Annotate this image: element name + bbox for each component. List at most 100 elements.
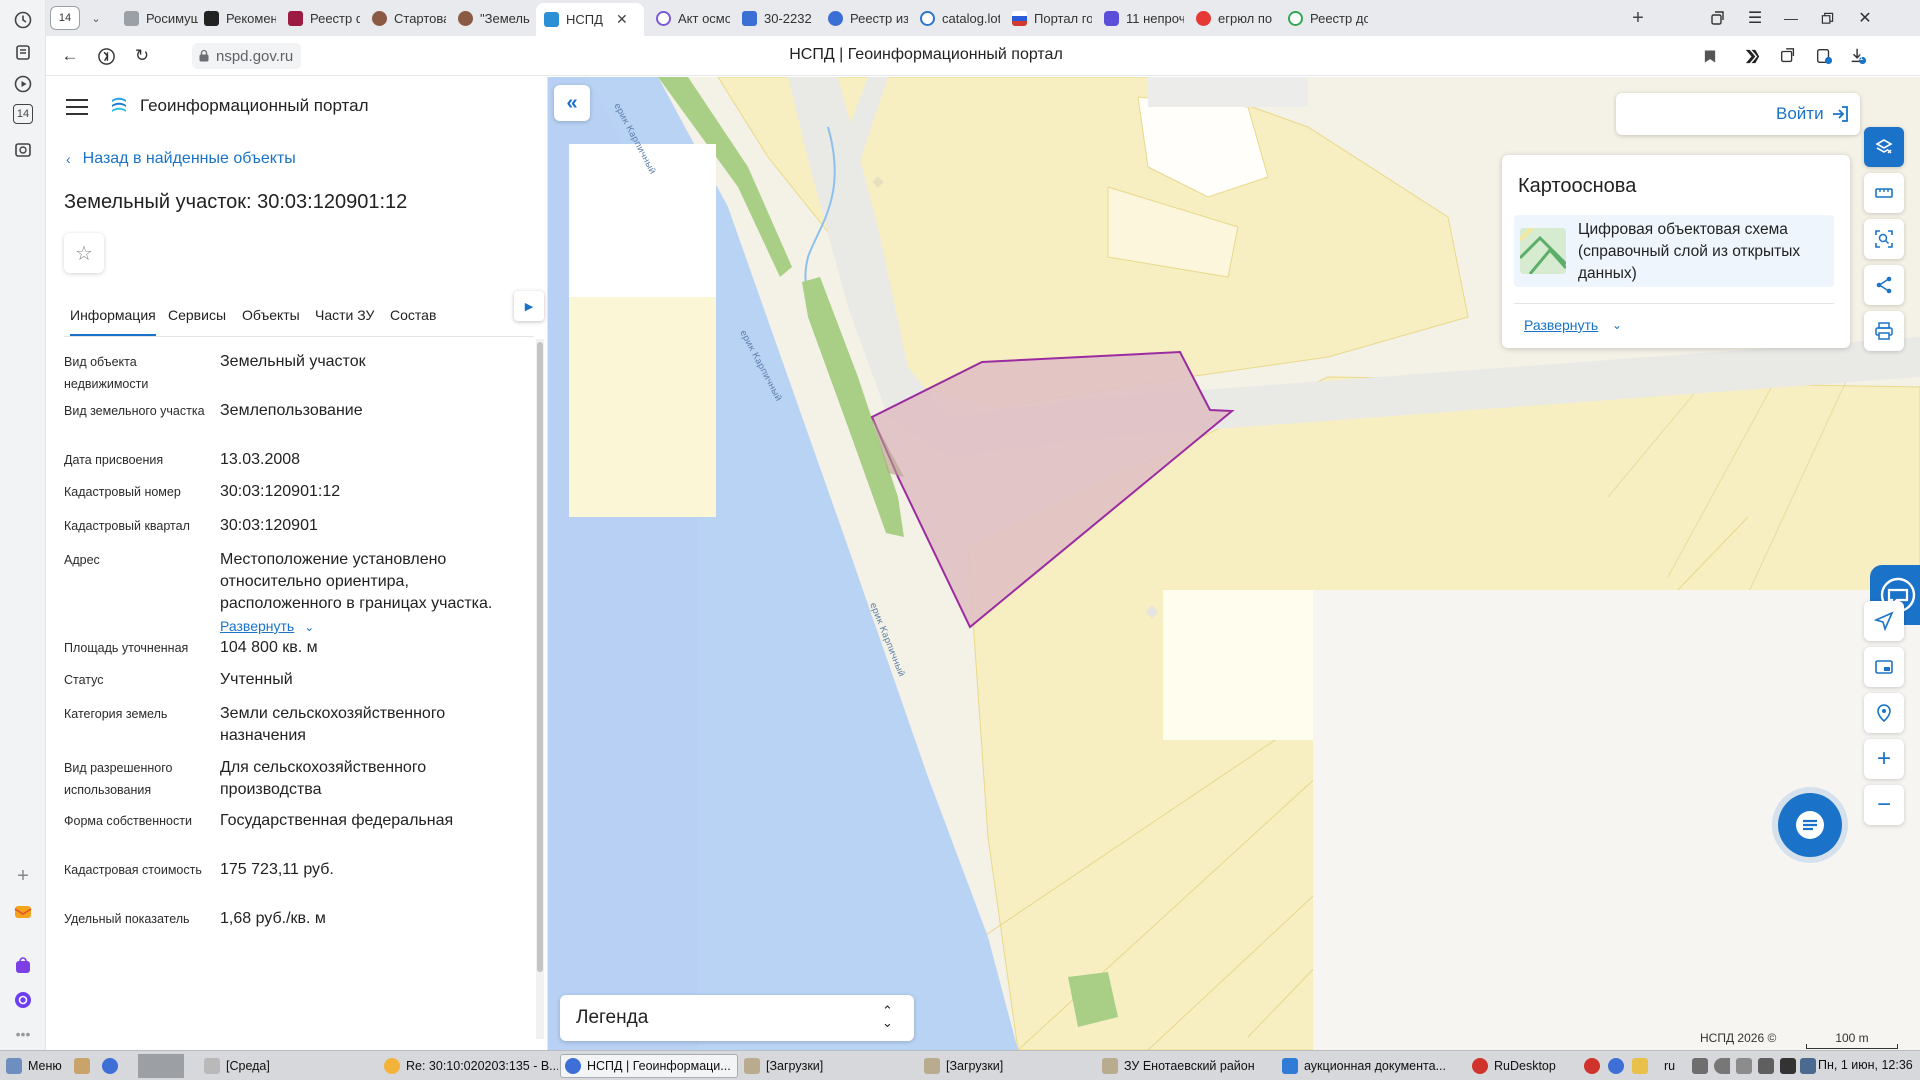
property-label: Дата присвоения [64,453,164,467]
basemap-layer-item[interactable]: Цифровая объектовая схема (справочный сл… [1514,215,1834,287]
add-panel-icon[interactable]: + [11,864,35,888]
extension-puzzle-icon[interactable] [1776,45,1800,67]
property-label: Адрес [64,553,100,567]
tab-manager-icon[interactable] [1704,6,1730,30]
taskbar-item-nspd[interactable]: НСПД | Геоинформаци... [560,1054,738,1078]
screenshot-icon[interactable] [11,138,35,162]
tab-count[interactable]: 14 [50,6,80,30]
login-label: Войти [1776,104,1824,123]
close-window-button[interactable]: ✕ [1852,6,1878,30]
map-view[interactable]: ерик Карпичный ерик Карпичный ерик Карпи… [548,77,1920,1050]
chat-assistant-button[interactable] [1778,793,1842,857]
taskbar-item-rudesktop[interactable]: RuDesktop [1468,1054,1580,1078]
tray-display-icon[interactable] [1796,1054,1818,1078]
property-label: Категория земель [64,707,168,721]
minimize-button[interactable]: — [1778,6,1804,30]
share-button[interactable] [1864,265,1904,305]
zoom-out-button[interactable]: − [1864,785,1904,825]
tab-reestr-fe[interactable]: Реестр фе [280,3,368,33]
tabs-scroll-right-icon[interactable]: ▶ [514,291,544,321]
property-value: Земельный участок [220,353,366,370]
tray-notes-icon[interactable] [1628,1054,1654,1078]
zoom-in-button[interactable]: + [1864,739,1904,779]
browser-menu-icon[interactable]: ☰ [1742,6,1768,30]
tray-n-icon[interactable] [1776,1054,1798,1078]
collapse-panel-button[interactable]: « [554,85,590,121]
alice-icon[interactable] [11,988,35,1012]
tab-zemelnyi[interactable]: "Земельн [450,3,538,33]
desktop-preview[interactable] [138,1054,184,1078]
basemap-card: Картооснова Цифровая объектовая схема (с… [1502,155,1850,348]
tab-catalog-lot[interactable]: catalog.lot [912,3,1008,33]
bookmark-icon[interactable] [1698,45,1722,67]
more-icon[interactable]: ••• [11,1022,35,1046]
keyboard-layout[interactable]: ru [1660,1054,1686,1078]
legend-panel[interactable]: Легенда ⌃ ⌄ [560,995,914,1041]
print-button[interactable] [1864,311,1904,351]
minimap-button[interactable] [1864,647,1904,687]
browser-launcher-icon[interactable] [98,1054,124,1078]
tab-30-2232[interactable]: 30-2232 П [734,3,824,33]
calendar-icon[interactable]: 14 [13,104,33,124]
login-button[interactable]: Войти [1616,93,1860,135]
history-icon[interactable] [11,8,35,32]
volume-icon[interactable] [1710,1054,1732,1078]
taskbar-item-zu-enotaevsky[interactable]: ЗУ Енотаевский район [1098,1054,1276,1078]
layers-button[interactable] [1864,127,1904,167]
locate-me-button[interactable] [1864,693,1904,733]
tray-pen-icon[interactable] [1688,1054,1710,1078]
start-menu-button[interactable]: Меню [2,1054,68,1078]
network-icon[interactable] [1754,1054,1776,1078]
login-icon [1833,106,1848,122]
tab-egrul[interactable]: егрюл по [1188,3,1284,33]
tab-objects[interactable]: Объекты [242,307,300,323]
tab-services[interactable]: Сервисы [168,307,226,323]
tab-reestr-iz[interactable]: Реестр из [820,3,916,33]
extension-check-icon[interactable] [1812,45,1836,67]
extension-rudesktop-icon[interactable] [1740,45,1764,67]
tab-portal-gos[interactable]: Портал го [1004,3,1100,33]
taskbar-item-auction-docs[interactable]: аукционная документа... [1278,1054,1466,1078]
clipboard-icon[interactable] [1732,1054,1754,1078]
property-value: Земли сельскохозяйственного назначения [220,705,446,744]
taskbar-item-sreda[interactable]: [Среда] [200,1054,380,1078]
marketplace-icon[interactable] [11,954,35,978]
hamburger-menu-icon[interactable] [66,99,88,115]
ruler-button[interactable] [1864,173,1904,213]
tab-parts[interactable]: Части ЗУ [315,307,374,323]
collections-icon[interactable] [11,40,35,64]
taskbar-item-downloads-2[interactable]: [Загрузки] [920,1054,1098,1078]
tab-rosimushchestvo[interactable]: Росимущ [116,3,206,33]
tab-rekomend[interactable]: Рекоменд [196,3,284,33]
tray-rudesktop-icon[interactable] [1580,1054,1606,1078]
new-tab-button[interactable]: + [1626,6,1650,30]
tray-yandex-icon[interactable] [1604,1054,1630,1078]
files-launcher-icon[interactable] [70,1054,96,1078]
mail-icon[interactable] [11,900,35,924]
property-value: Землепользование [220,402,363,419]
panel-scrollbar-thumb[interactable] [537,342,543,972]
chevron-down-icon[interactable]: ⌄ [86,8,106,28]
scale-bar: 100 m [1806,1031,1898,1049]
area-select-button[interactable] [1864,219,1904,259]
media-play-icon[interactable] [11,72,35,96]
tab-close-icon[interactable]: ✕ [616,11,628,28]
tab-startovaya[interactable]: Стартова [364,3,454,33]
downloads-icon[interactable]: 1 [1846,45,1870,67]
favorite-star-icon[interactable]: ☆ [64,233,104,273]
back-to-results-link[interactable]: ‹ Назад в найденные объекты [66,150,296,168]
taskbar-item-downloads[interactable]: [Загрузки] [740,1054,918,1078]
folder-icon [924,1058,940,1074]
tab-11-neprochitannyh[interactable]: 11 непроч [1096,3,1192,33]
tab-nspd[interactable]: НСПД ✕ [536,3,644,36]
restore-button[interactable] [1814,6,1840,30]
tab-reestr-do[interactable]: Реестр до [1280,3,1376,33]
tab-favicon-icon [828,10,843,26]
tab-akt-osmotra[interactable]: Акт осмот [648,3,738,33]
tab-composition[interactable]: Состав [390,307,436,323]
taskbar-item-mail[interactable]: Re: 30:10:020203:135 - В... [380,1054,558,1078]
basemap-expand-link[interactable]: Развернуть [1524,317,1598,333]
tab-information[interactable]: Информация [70,307,156,336]
address-expand-link[interactable]: Развернуть ⌄ [220,615,516,638]
navigate-button[interactable] [1864,601,1904,641]
